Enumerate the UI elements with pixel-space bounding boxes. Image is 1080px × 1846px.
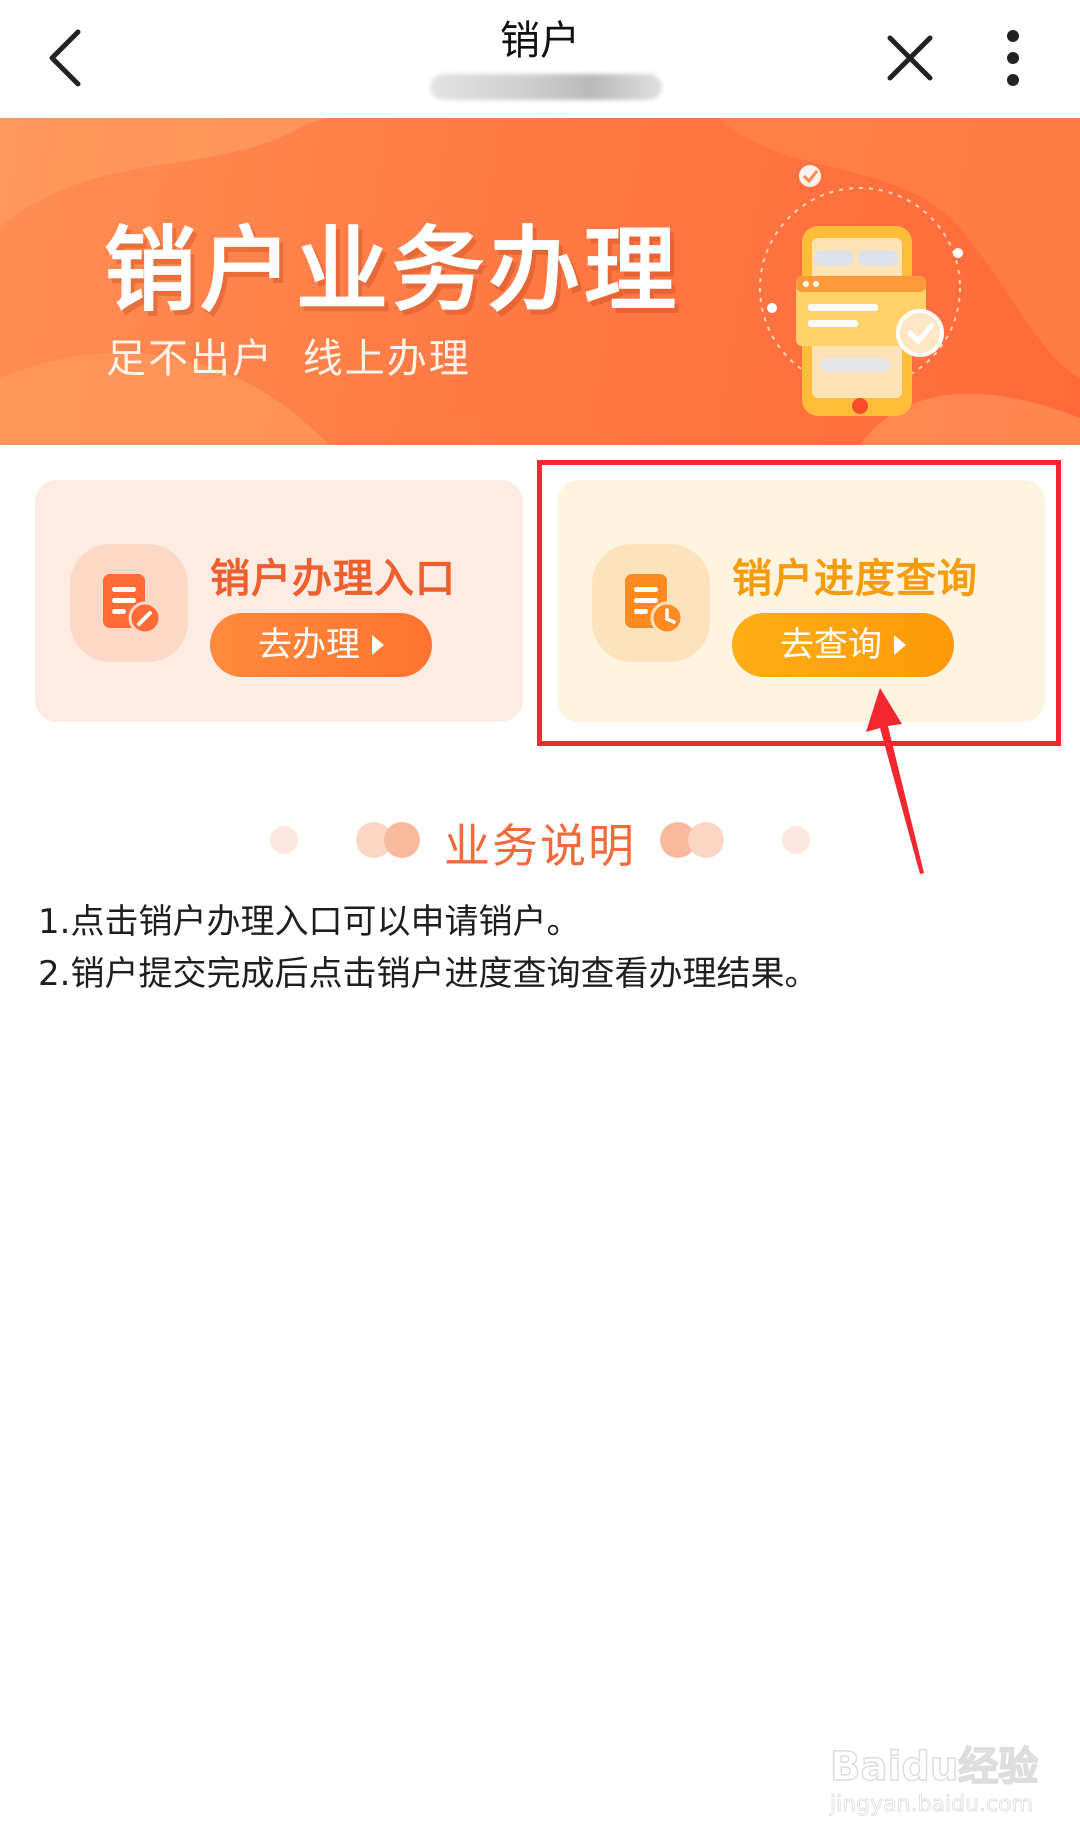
watermark-brand: Baidu经验 [829, 1743, 1039, 1791]
banner-title: 销户业务办理 [104, 217, 681, 324]
promo-banner: 销户业务办理 足不出户 线上办理 [0, 118, 1080, 445]
caret-right-icon [372, 635, 384, 655]
go-apply-label: 去办理 [258, 625, 360, 665]
phone-illustration [759, 165, 963, 416]
more-vertical-icon [1007, 30, 1019, 86]
apply-card-title: 销户办理入口 [210, 556, 456, 602]
close-icon [887, 35, 933, 81]
banner-subtitle: 足不出户 线上办理 [106, 336, 471, 382]
section-title: 业务说明 [444, 819, 636, 873]
close-button[interactable] [870, 18, 950, 98]
redacted-account-number [430, 74, 662, 100]
document-edit-icon [103, 574, 162, 635]
top-navbar: 销户 [0, 0, 1080, 118]
go-apply-button[interactable]: 去办理 [210, 613, 432, 677]
business-description: 1.点击销户办理入口可以申请销户。 2.销户提交完成后点击销户进度查询查看办理结… [38, 896, 1048, 1000]
watermark-url: jingyan.baidu.com [830, 1792, 1034, 1818]
description-line: 2.销户提交完成后点击销户进度查询查看办理结果。 [38, 954, 819, 994]
apply-card[interactable]: 销户办理入口 去办理 [35, 480, 523, 722]
baidu-jingyan-watermark: Baidu经验 jingyan.baidu.com [826, 1728, 1056, 1838]
red-highlight-box [537, 460, 1061, 746]
description-line: 1.点击销户办理入口可以申请销户。 [38, 902, 581, 942]
apply-icon-tile [70, 544, 188, 662]
more-button[interactable] [978, 18, 1048, 98]
screen: 销户 销户业务办理 足不出户 线上办理 销户办理入口 去办理 销户进度查询 去查… [0, 0, 1080, 1846]
section-header: 业务说明 [0, 806, 1080, 873]
